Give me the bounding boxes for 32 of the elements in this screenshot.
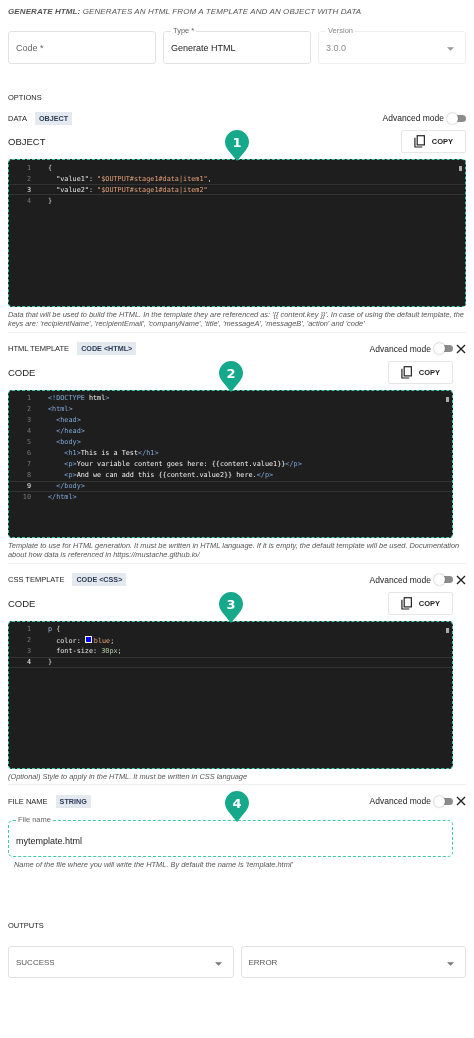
scrollbar-thumb[interactable] xyxy=(459,166,462,171)
scrollbar-thumb[interactable] xyxy=(446,627,449,633)
advanced-mode-toggle[interactable] xyxy=(449,114,466,122)
editor-title: OBJECT xyxy=(8,136,46,147)
output-select[interactable]: ERROR xyxy=(240,946,466,979)
caret-icon xyxy=(214,962,222,967)
close-icon[interactable] xyxy=(456,574,466,585)
text-field[interactable]: Code * xyxy=(8,31,156,64)
marker-pin: 3 xyxy=(217,590,244,623)
advanced-mode-label: Advanced mode xyxy=(369,343,431,354)
editor-title: CODE xyxy=(8,597,36,609)
close-icon[interactable] xyxy=(456,796,466,807)
close-icon[interactable] xyxy=(456,343,466,354)
editor-title: CODE xyxy=(8,366,36,378)
copy-icon xyxy=(400,596,412,610)
caret-icon xyxy=(447,47,454,51)
advanced-mode-label: Advanced mode xyxy=(382,113,444,123)
copy-icon xyxy=(413,135,425,148)
marker-pin: 4 xyxy=(224,790,250,823)
marker-pin: 1 xyxy=(224,129,250,161)
advanced-mode-toggle[interactable] xyxy=(436,576,453,583)
advanced-mode-toggle[interactable] xyxy=(436,797,453,805)
scrollbar-thumb[interactable] xyxy=(446,396,449,402)
copy-icon xyxy=(400,365,412,379)
marker-pin: 2 xyxy=(217,359,244,392)
caret-icon xyxy=(447,962,454,967)
output-select[interactable]: SUCCESS xyxy=(8,946,234,979)
advanced-mode-label: Advanced mode xyxy=(369,796,431,807)
code-editor[interactable] xyxy=(8,389,453,538)
advanced-mode-label: Advanced mode xyxy=(369,574,431,585)
advanced-mode-toggle[interactable] xyxy=(436,345,453,353)
page-header: GENERATE HTML: GENERATES AN HTML FROM A TEMPLATE AND AN OBJECT WITH DATA xyxy=(8,7,363,16)
